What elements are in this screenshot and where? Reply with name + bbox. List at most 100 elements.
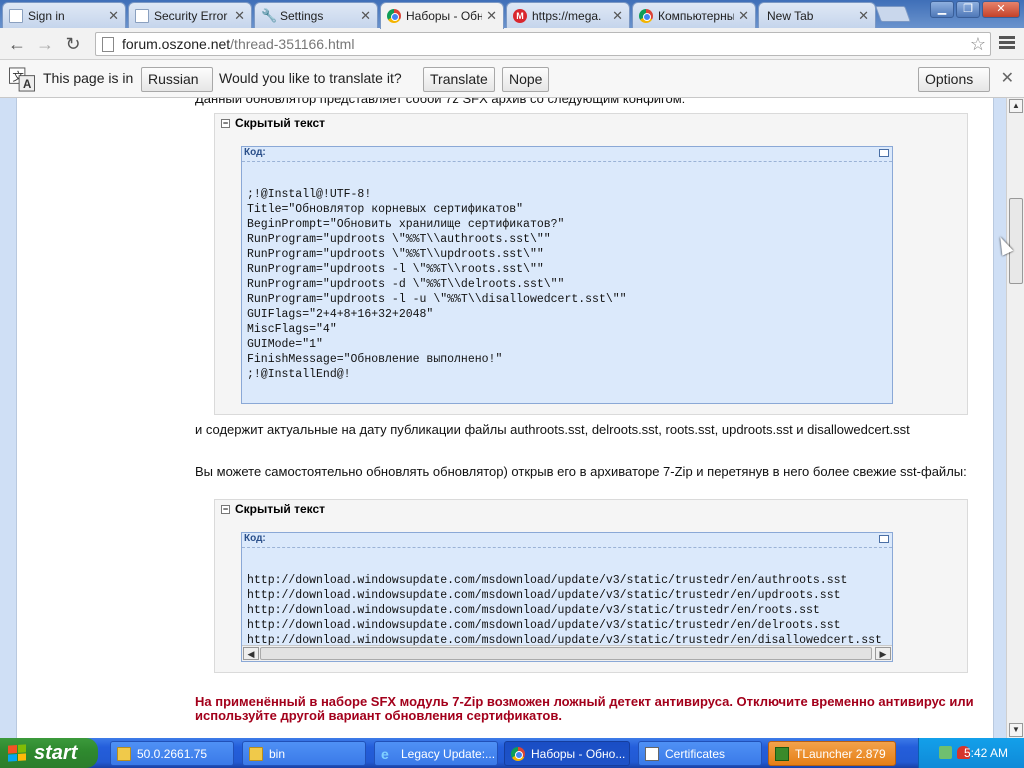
scroll-down-icon[interactable]: ▼ bbox=[1009, 723, 1023, 737]
start-label: start bbox=[34, 742, 78, 764]
code-text[interactable]: ;!@Install@!UTF-8! Title="Обновлятор корн… bbox=[242, 162, 892, 412]
system-tray: 5:42 AM bbox=[918, 738, 1024, 768]
tab-security-error[interactable]: Security Error ✕ bbox=[128, 2, 252, 28]
tab-mega[interactable]: M https://mega. ✕ bbox=[506, 2, 630, 28]
taskbar-item[interactable]: Certificates bbox=[638, 741, 762, 766]
forum-post: Данный обновлятор представляет собой 7z … bbox=[16, 98, 994, 738]
scroll-up-icon[interactable]: ▲ bbox=[1009, 99, 1023, 113]
close-icon[interactable]: ✕ bbox=[858, 8, 869, 24]
page-vertical-scrollbar[interactable]: ▲ ▼ bbox=[1006, 98, 1024, 738]
certificate-icon bbox=[645, 746, 659, 761]
code-label: Код: bbox=[244, 147, 266, 158]
code-block: Код: http://download.windowsupdate.com/m… bbox=[241, 532, 893, 662]
close-icon[interactable]: ✕ bbox=[360, 8, 371, 24]
code-line: MiscFlags="4" bbox=[247, 323, 337, 336]
infobar-prefix: This page is in bbox=[43, 70, 134, 86]
url-path: /thread-351166.html bbox=[230, 36, 355, 52]
ie-icon: e bbox=[381, 745, 389, 762]
reload-button[interactable]: ↻ bbox=[59, 30, 87, 58]
close-infobar-icon[interactable]: ✕ bbox=[1001, 67, 1014, 92]
network-icon[interactable] bbox=[939, 746, 952, 759]
forward-button[interactable]: → bbox=[31, 30, 59, 58]
back-button[interactable]: ← bbox=[3, 30, 31, 58]
code-line: Title="Обновлятор корневых сертификатов" bbox=[247, 203, 524, 216]
close-icon[interactable]: ✕ bbox=[108, 8, 119, 24]
mega-icon: M bbox=[513, 8, 527, 23]
spoiler-title: Скрытый текст bbox=[235, 502, 326, 516]
taskbar-item-label: TLauncher 2.879 bbox=[795, 746, 886, 761]
code-line: RunProgram="updroots -d \"%%T\\delroots.… bbox=[247, 278, 565, 291]
code-header: Код: bbox=[242, 147, 892, 162]
code-line: RunProgram="updroots -l \"%%T\\roots.sst… bbox=[247, 263, 544, 276]
minimize-button[interactable]: ▁ bbox=[930, 1, 954, 18]
code-line: http://download.windowsupdate.com/msdown… bbox=[247, 619, 841, 632]
restore-button[interactable]: ❐ bbox=[956, 1, 980, 18]
taskbar-item[interactable]: e Legacy Update:... bbox=[374, 741, 498, 766]
scrollbar-thumb[interactable] bbox=[1009, 198, 1023, 284]
tab-new-tab[interactable]: New Tab ✕ bbox=[758, 2, 876, 28]
wrench-icon: 🔧 bbox=[261, 7, 278, 23]
close-icon[interactable]: ✕ bbox=[234, 8, 245, 24]
svg-text:A: A bbox=[23, 79, 32, 91]
close-icon[interactable]: ✕ bbox=[486, 8, 497, 24]
code-line: ;!@Install@!UTF-8! bbox=[247, 188, 372, 201]
taskbar-item[interactable]: bin bbox=[242, 741, 366, 766]
tab-label: New Tab bbox=[767, 8, 814, 23]
tab-label: Компьютерны bbox=[658, 8, 735, 23]
tab-sign-in[interactable]: Sign in ✕ bbox=[2, 2, 126, 28]
windows-logo-icon bbox=[8, 744, 26, 762]
collapse-icon[interactable]: − bbox=[221, 504, 230, 514]
page-icon bbox=[102, 36, 114, 52]
star-icon[interactable]: ☆ bbox=[970, 34, 986, 55]
code-horizontal-scrollbar[interactable]: ◀ ▶ bbox=[242, 645, 892, 661]
tab-label: Security Error bbox=[154, 8, 228, 23]
scroll-left-icon[interactable]: ◀ bbox=[243, 647, 259, 660]
browser-toolbar: ← → ↻ forum.oszone.net/thread-351166.htm… bbox=[0, 28, 1024, 60]
chrome-icon bbox=[511, 746, 525, 761]
code-line: http://download.windowsupdate.com/msdown… bbox=[247, 589, 841, 602]
address-bar[interactable]: forum.oszone.net/thread-351166.html ☆ bbox=[95, 32, 991, 56]
tab-kompyuterny[interactable]: Компьютерны ✕ bbox=[632, 2, 756, 28]
close-icon[interactable]: ✕ bbox=[738, 8, 749, 24]
scroll-right-icon[interactable]: ▶ bbox=[875, 647, 891, 660]
code-line: FinishMessage="Обновление выполнено!" bbox=[247, 353, 503, 366]
tab-settings[interactable]: 🔧 Settings ✕ bbox=[254, 2, 378, 28]
language-select[interactable]: Russian ▼ bbox=[141, 67, 213, 109]
start-button[interactable]: start bbox=[0, 738, 98, 768]
intro-text: Данный обновлятор представляет собой 7z … bbox=[195, 98, 686, 106]
antivirus-warning: На применённый в наборе SFX модуль 7-Zip… bbox=[195, 694, 974, 723]
new-tab-button[interactable] bbox=[875, 6, 911, 22]
collapse-icon[interactable]: − bbox=[221, 118, 230, 128]
spoiler-block: − Скрытый текст Код: http://download.win… bbox=[214, 499, 968, 673]
menu-button[interactable] bbox=[998, 34, 1016, 52]
page-viewport: Данный обновлятор представляет собой 7z … bbox=[0, 98, 1006, 738]
tab-nabory[interactable]: Наборы - Обн ✕ bbox=[380, 2, 504, 29]
tab-label: Наборы - Обн bbox=[406, 9, 483, 23]
code-line: GUIMode="1" bbox=[247, 338, 323, 351]
code-label: Код: bbox=[244, 533, 266, 544]
tab-label: Sign in bbox=[28, 8, 65, 23]
code-line: RunProgram="updroots -l -u \"%%T\\disall… bbox=[247, 293, 627, 306]
select-all-icon[interactable] bbox=[879, 149, 889, 157]
translate-button[interactable]: Translate bbox=[423, 67, 495, 92]
code-line: ;!@InstallEnd@! bbox=[247, 368, 351, 381]
scrollbar-thumb[interactable] bbox=[260, 647, 872, 660]
window-controls: ▁ ❐ ✕ bbox=[930, 1, 1020, 18]
spoiler-header[interactable]: − Скрытый текст bbox=[215, 500, 967, 518]
taskbar-item-label: Legacy Update:... bbox=[401, 746, 496, 761]
taskbar-item[interactable]: TLauncher 2.879 bbox=[768, 741, 896, 766]
folder-icon bbox=[117, 746, 131, 761]
folder-icon bbox=[249, 746, 263, 761]
code-line: GUIFlags="2+4+8+16+32+2048" bbox=[247, 308, 434, 321]
close-icon[interactable]: ✕ bbox=[612, 8, 623, 24]
taskbar-item[interactable]: 50.0.2661.75 bbox=[110, 741, 234, 766]
select-all-icon[interactable] bbox=[879, 535, 889, 543]
options-button[interactable]: Options ▼ bbox=[918, 67, 990, 109]
close-window-button[interactable]: ✕ bbox=[982, 1, 1020, 18]
nope-button[interactable]: Nope bbox=[502, 67, 550, 92]
clock[interactable]: 5:42 AM bbox=[964, 746, 1008, 760]
code-line: http://download.windowsupdate.com/msdown… bbox=[247, 604, 820, 617]
code-block: Код: ;!@Install@!UTF-8! Title="Обновлятор… bbox=[241, 146, 893, 404]
taskbar-item[interactable]: Наборы - Обно... bbox=[504, 741, 630, 766]
spoiler-header[interactable]: − Скрытый текст bbox=[215, 114, 967, 132]
